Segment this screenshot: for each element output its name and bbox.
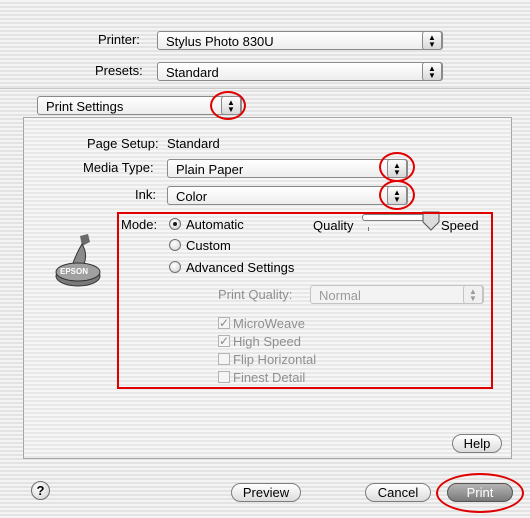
highlight-print-button bbox=[436, 473, 524, 513]
popup-arrows-icon: ▲ ▼ bbox=[422, 62, 442, 81]
ink-popup[interactable]: Color ▲ ▼ bbox=[167, 186, 408, 205]
help-button[interactable]: Help bbox=[452, 434, 502, 453]
epson-logo-text: EPSON bbox=[60, 267, 89, 276]
presets-label: Presets: bbox=[95, 63, 143, 78]
ink-value: Color bbox=[176, 189, 208, 204]
page-setup-label: Page Setup: bbox=[87, 136, 159, 151]
popup-arrows-icon: ▲ ▼ bbox=[422, 31, 442, 50]
separator bbox=[0, 88, 530, 89]
presets-value: Standard bbox=[166, 65, 219, 80]
ink-label: Ink: bbox=[135, 187, 156, 202]
highlight-ink-arrows bbox=[379, 180, 415, 210]
highlight-media-arrows bbox=[379, 152, 415, 182]
highlight-mode-section bbox=[117, 212, 493, 389]
media-type-label: Media Type: bbox=[83, 160, 154, 175]
media-type-popup[interactable]: Plain Paper ▲ ▼ bbox=[167, 159, 408, 178]
page-setup-value: Standard bbox=[167, 136, 220, 151]
cancel-button[interactable]: Cancel bbox=[365, 483, 431, 502]
printer-popup[interactable]: Stylus Photo 830U ▲ ▼ bbox=[157, 31, 443, 50]
epson-ink-bottle-icon bbox=[55, 234, 101, 287]
highlight-section-arrows bbox=[210, 91, 246, 120]
section-value: Print Settings bbox=[46, 99, 124, 114]
presets-popup[interactable]: Standard ▲ ▼ bbox=[157, 62, 443, 81]
printer-label: Printer: bbox=[98, 32, 140, 47]
question-help-button[interactable]: ? bbox=[31, 481, 50, 500]
preview-button[interactable]: Preview bbox=[231, 483, 301, 502]
printer-value: Stylus Photo 830U bbox=[166, 34, 274, 49]
media-type-value: Plain Paper bbox=[176, 162, 244, 177]
question-icon: ? bbox=[36, 483, 45, 498]
